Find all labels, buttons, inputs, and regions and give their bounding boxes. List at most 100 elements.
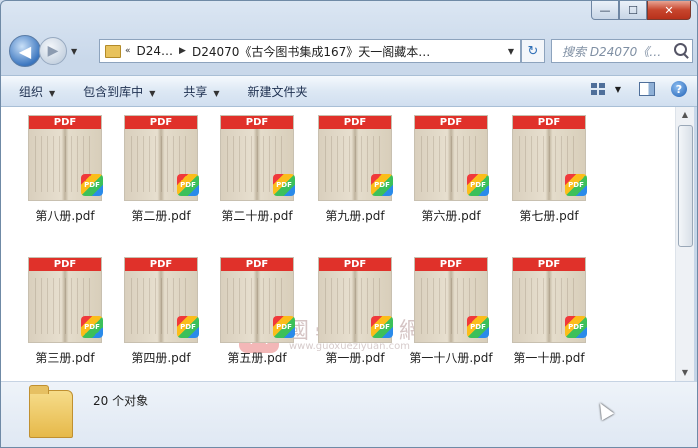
dropdown-arrow-icon: ▼: [149, 88, 156, 98]
pdf-thumbnail: PDF PDF: [124, 257, 199, 343]
file-name: 第三册.pdf: [35, 351, 95, 365]
file-name: 第八册.pdf: [35, 209, 95, 223]
pdf-thumbnail: PDF PDF: [220, 257, 295, 343]
include-in-library-button[interactable]: 包含到库中 ▼: [73, 83, 165, 100]
pdf-app-icon: PDF: [467, 174, 489, 196]
pdf-thumbnail: PDF PDF: [414, 115, 489, 201]
pdf-thumbnail: PDF PDF: [28, 257, 103, 343]
file-list: 國 國學資源網 www.guoxueziyuan.com PDFPDF第八册.p…: [1, 107, 675, 381]
search-placeholder: 搜索 D24070《…: [562, 44, 662, 59]
file-name: 第六册.pdf: [421, 209, 481, 223]
pdf-app-icon: PDF: [371, 316, 393, 338]
dropdown-arrow-icon: ▼: [213, 88, 220, 98]
breadcrumb-item[interactable]: D24…: [137, 44, 174, 58]
address-bar[interactable]: « D24… ▶ D24070《古今图书集成167》天一阁藏本… ▼: [99, 39, 521, 63]
mouse-cursor-icon: [593, 399, 615, 421]
file-item[interactable]: PDF PDF 第八册.pdf: [17, 115, 113, 224]
pdf-thumbnail: PDF PDF: [318, 257, 393, 343]
scroll-up-icon[interactable]: ▲: [676, 107, 694, 123]
pdf-app-icon: PDF: [273, 316, 295, 338]
pdf-app-icon: PDF: [81, 316, 103, 338]
file-name: 第二十册.pdf: [221, 209, 293, 223]
address-dropdown-icon[interactable]: ▼: [508, 47, 514, 56]
item-count: 20 个对象: [93, 394, 149, 408]
forward-button[interactable]: ▶: [39, 37, 67, 65]
pdf-app-icon: PDF: [467, 316, 489, 338]
pdf-thumbnail: PDF PDF: [124, 115, 199, 201]
file-name: 第七册.pdf: [519, 209, 579, 223]
pdf-banner: PDF: [125, 258, 197, 271]
file-item[interactable]: PDF PDF 第三册.pdf: [17, 257, 113, 366]
pdf-app-icon: PDF: [565, 316, 587, 338]
file-item[interactable]: PDF PDF 第一十八册.pdf: [403, 257, 499, 366]
file-item[interactable]: PDF PDF 第一十册.pdf: [501, 257, 597, 366]
file-name: 第一十册.pdf: [513, 351, 585, 365]
pdf-banner: PDF: [415, 116, 487, 129]
folder-icon: [29, 385, 73, 438]
scroll-thumb[interactable]: [678, 125, 693, 247]
vertical-scrollbar[interactable]: ▲ ▼: [675, 107, 694, 381]
help-icon[interactable]: ?: [671, 81, 687, 97]
share-button[interactable]: 共享 ▼: [173, 83, 229, 100]
search-icon: [674, 43, 687, 56]
scroll-down-icon[interactable]: ▼: [676, 365, 694, 381]
pdf-banner: PDF: [319, 258, 391, 271]
file-name: 第二册.pdf: [131, 209, 191, 223]
pdf-banner: PDF: [513, 258, 585, 271]
file-item[interactable]: PDF PDF 第四册.pdf: [113, 257, 209, 366]
preview-pane-icon[interactable]: [639, 82, 655, 96]
file-item[interactable]: PDF PDF 第六册.pdf: [403, 115, 499, 224]
file-item[interactable]: PDF PDF 第九册.pdf: [307, 115, 403, 224]
chevron-left-double-icon[interactable]: «: [125, 46, 131, 56]
pdf-app-icon: PDF: [565, 174, 587, 196]
organize-button[interactable]: 组织 ▼: [9, 83, 65, 100]
file-item[interactable]: PDF PDF 第五册.pdf: [209, 257, 305, 366]
pdf-thumbnail: PDF PDF: [318, 115, 393, 201]
pdf-banner: PDF: [29, 258, 101, 271]
pdf-app-icon: PDF: [177, 316, 199, 338]
pdf-thumbnail: PDF PDF: [512, 257, 587, 343]
file-item[interactable]: PDF PDF 第二十册.pdf: [209, 115, 305, 224]
pdf-banner: PDF: [513, 116, 585, 129]
folder-icon: [105, 44, 121, 58]
close-button[interactable]: ✕: [647, 1, 691, 20]
pdf-banner: PDF: [415, 258, 487, 271]
file-name: 第一十八册.pdf: [409, 351, 493, 365]
pdf-banner: PDF: [29, 116, 101, 129]
caption-buttons: — ☐ ✕: [591, 1, 691, 20]
file-name: 第四册.pdf: [131, 351, 191, 365]
pdf-app-icon: PDF: [273, 174, 295, 196]
explorer-window: — ☐ ✕ ◀ ▶ ▼ « D24… ▶ D24070《古今图书集成167》天一…: [0, 0, 698, 448]
pdf-banner: PDF: [221, 116, 293, 129]
maximize-button[interactable]: ☐: [619, 1, 647, 20]
chevron-right-icon[interactable]: ▶: [179, 46, 186, 56]
toolbar: 组织 ▼ 包含到库中 ▼ 共享 ▼ 新建文件夹 ▼ ?: [1, 75, 697, 107]
file-name: 第一册.pdf: [325, 351, 385, 365]
refresh-button[interactable]: ↻: [521, 39, 545, 63]
pdf-thumbnail: PDF PDF: [28, 115, 103, 201]
details-pane: 20 个对象: [1, 381, 697, 447]
file-name: 第九册.pdf: [325, 209, 385, 223]
pdf-app-icon: PDF: [371, 174, 393, 196]
new-folder-button[interactable]: 新建文件夹: [238, 83, 318, 100]
recent-pages-icon[interactable]: ▼: [71, 47, 77, 56]
pdf-thumbnail: PDF PDF: [220, 115, 295, 201]
file-item[interactable]: PDF PDF 第二册.pdf: [113, 115, 209, 224]
view-options-icon[interactable]: [590, 83, 605, 95]
breadcrumb-current[interactable]: D24070《古今图书集成167》天一阁藏本…: [192, 43, 430, 60]
pdf-banner: PDF: [221, 258, 293, 271]
file-item[interactable]: PDF PDF 第一册.pdf: [307, 257, 403, 366]
back-button[interactable]: ◀: [9, 35, 41, 67]
file-name: 第五册.pdf: [227, 351, 287, 365]
search-input[interactable]: 搜索 D24070《…: [551, 39, 693, 63]
pdf-thumbnail: PDF PDF: [414, 257, 489, 343]
view-dropdown-icon[interactable]: ▼: [615, 85, 621, 94]
pdf-banner: PDF: [319, 116, 391, 129]
nav-buttons: ◀ ▶ ▼: [9, 35, 77, 67]
pdf-app-icon: PDF: [81, 174, 103, 196]
file-item[interactable]: PDF PDF 第七册.pdf: [501, 115, 597, 224]
pdf-thumbnail: PDF PDF: [512, 115, 587, 201]
pdf-app-icon: PDF: [177, 174, 199, 196]
pdf-banner: PDF: [125, 116, 197, 129]
minimize-button[interactable]: —: [591, 1, 619, 20]
